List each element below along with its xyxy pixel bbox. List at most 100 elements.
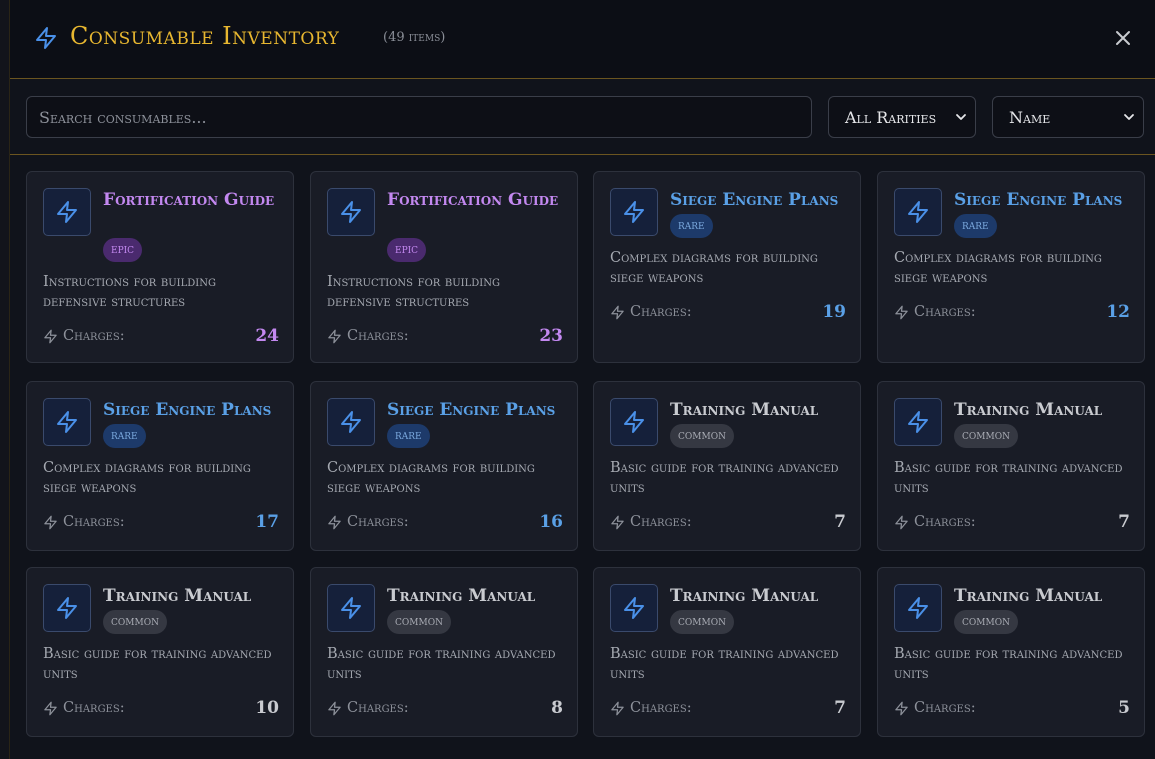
consumable-icon-box (610, 188, 658, 236)
consumable-icon-box (327, 188, 375, 236)
charges-row: Charges: 19 (610, 300, 846, 324)
lightning-icon (328, 515, 341, 529)
consumable-name: Siege Engine Plans (103, 400, 272, 420)
consumable-card[interactable]: Siege Engine Plans rare Complex diagrams f… (877, 171, 1145, 363)
charges-label-wrap: Charges: (894, 700, 976, 716)
lightning-icon (624, 411, 644, 433)
consumable-inventory-modal: Consumable Inventory (49 items) All Rari… (9, 0, 1155, 759)
charges-label: Charges: (63, 328, 125, 344)
rarity-badge: common (670, 424, 734, 448)
consumable-icon-box (894, 398, 942, 446)
consumable-card[interactable]: Siege Engine Plans rare Complex diagrams f… (310, 381, 578, 551)
consumable-icon-box (43, 188, 91, 236)
rarity-badge: common (670, 610, 734, 634)
rarity-badge: epic (103, 238, 143, 262)
charges-label-wrap: Charges: (327, 700, 409, 716)
charges-row: Charges: 7 (610, 510, 846, 534)
consumable-description: Basic guide for training advanced units (894, 646, 1123, 682)
rarity-badge: rare (103, 424, 146, 448)
consumable-icon-box (327, 584, 375, 632)
charges-label-wrap: Charges: (327, 514, 409, 530)
charges-label-wrap: Charges: (610, 304, 692, 320)
chevron-down-icon (956, 114, 966, 120)
consumable-name: Training Manual (387, 586, 536, 606)
chevron-down-icon (1124, 114, 1134, 120)
charges-value: 16 (539, 512, 563, 532)
consumable-icon-box (43, 398, 91, 446)
lightning-icon (908, 201, 928, 223)
sort-select[interactable]: Name (992, 96, 1144, 138)
charges-value: 7 (834, 698, 846, 718)
charges-value: 8 (551, 698, 563, 718)
lightning-icon (895, 701, 908, 715)
consumable-icon-box (894, 584, 942, 632)
lightning-icon (44, 515, 57, 529)
lightning-icon (328, 701, 341, 715)
consumable-name: Training Manual (954, 400, 1103, 420)
consumable-card[interactable]: Training Manual common Basic guide for tra… (593, 381, 861, 551)
consumable-icon-box (327, 398, 375, 446)
lightning-icon (611, 305, 624, 319)
rarity-badge: common (954, 610, 1018, 634)
charges-row: Charges: 17 (43, 510, 279, 534)
consumable-description: Basic guide for training advanced units (43, 646, 272, 682)
consumable-card[interactable]: Siege Engine Plans rare Complex diagrams f… (593, 171, 861, 363)
consumable-description: Complex diagrams for building siege weap… (327, 460, 535, 496)
consumable-icon-box (610, 398, 658, 446)
charges-label-wrap: Charges: (327, 328, 409, 344)
charges-row: Charges: 24 (43, 324, 279, 348)
charges-value: 7 (1118, 512, 1130, 532)
lightning-icon (624, 597, 644, 619)
rarity-select-value: All Rarities (845, 107, 937, 127)
consumable-name: Siege Engine Plans (670, 190, 839, 210)
search-input[interactable] (26, 96, 812, 138)
rarity-select[interactable]: All Rarities (828, 96, 976, 138)
charges-row: Charges: 12 (894, 300, 1130, 324)
charges-label: Charges: (347, 328, 409, 344)
charges-label-wrap: Charges: (610, 700, 692, 716)
rarity-badge: common (387, 610, 451, 634)
charges-label-wrap: Charges: (43, 328, 125, 344)
lightning-icon (895, 305, 908, 319)
charges-label-wrap: Charges: (894, 304, 976, 320)
close-icon[interactable] (1111, 26, 1135, 50)
charges-value: 17 (255, 512, 279, 532)
charges-value: 19 (822, 302, 846, 322)
lightning-icon (328, 329, 341, 343)
modal-header: Consumable Inventory (49 items) (10, 0, 1155, 79)
consumable-card[interactable]: Training Manual common Basic guide for tra… (877, 381, 1145, 551)
charges-row: Charges: 8 (327, 696, 563, 720)
lightning-icon (341, 597, 361, 619)
charges-label: Charges: (914, 514, 976, 530)
charges-row: Charges: 10 (43, 696, 279, 720)
consumable-card[interactable]: Fortification Guide epic Instructions for … (26, 171, 294, 363)
charges-label: Charges: (630, 304, 692, 320)
lightning-icon (57, 201, 77, 223)
charges-row: Charges: 7 (894, 510, 1130, 534)
consumable-card[interactable]: Training Manual common Basic guide for tra… (26, 567, 294, 737)
lightning-icon (44, 701, 57, 715)
consumable-description: Basic guide for training advanced units (894, 460, 1123, 496)
consumable-card[interactable]: Training Manual common Basic guide for tra… (877, 567, 1145, 737)
consumable-name: Fortification Guide (103, 190, 275, 210)
lightning-icon (44, 329, 57, 343)
charges-row: Charges: 23 (327, 324, 563, 348)
charges-label-wrap: Charges: (43, 700, 125, 716)
charges-row: Charges: 5 (894, 696, 1130, 720)
consumable-card[interactable]: Siege Engine Plans rare Complex diagrams f… (26, 381, 294, 551)
charges-label-wrap: Charges: (610, 514, 692, 530)
consumable-card[interactable]: Training Manual common Basic guide for tra… (310, 567, 578, 737)
consumable-card[interactable]: Fortification Guide epic Instructions for … (310, 171, 578, 363)
modal-title: Consumable Inventory (70, 22, 340, 50)
rarity-badge: common (954, 424, 1018, 448)
rarity-badge: rare (954, 214, 997, 238)
rarity-badge: rare (670, 214, 713, 238)
charges-label: Charges: (347, 514, 409, 530)
sort-select-value: Name (1009, 107, 1051, 127)
consumable-name: Training Manual (670, 586, 819, 606)
charges-label: Charges: (63, 514, 125, 530)
consumable-icon-box (894, 188, 942, 236)
consumable-card[interactable]: Training Manual common Basic guide for tra… (593, 567, 861, 737)
lightning-icon (611, 515, 624, 529)
charges-row: Charges: 16 (327, 510, 563, 534)
